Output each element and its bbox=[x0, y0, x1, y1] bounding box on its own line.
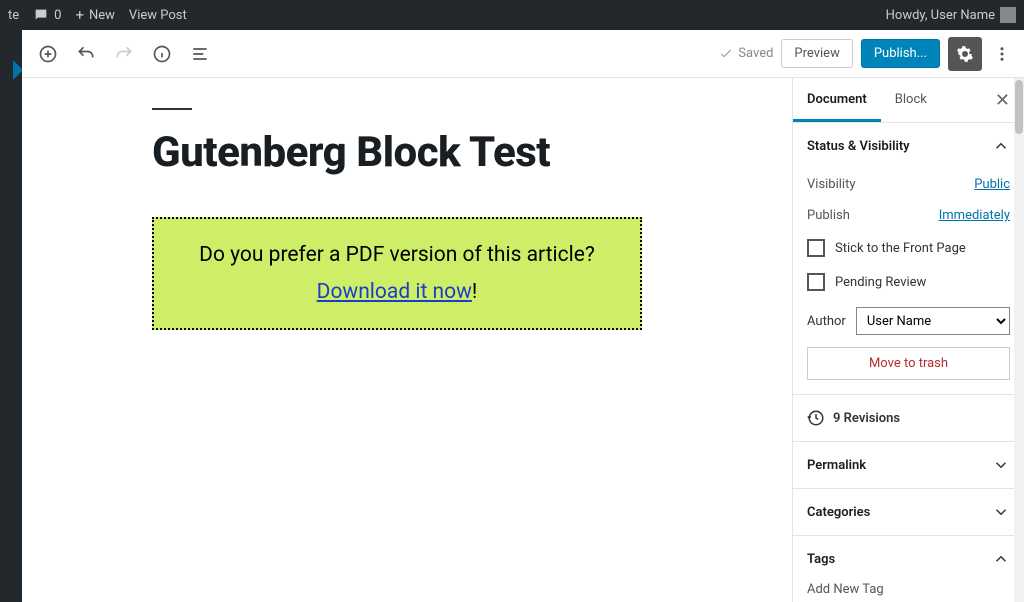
panel-revisions: 9 Revisions bbox=[793, 395, 1024, 442]
author-select[interactable]: User Name bbox=[856, 307, 1010, 335]
permalink-title: Permalink bbox=[807, 458, 866, 473]
content-row: Gutenberg Block Test Do you prefer a PDF… bbox=[22, 78, 1024, 602]
pending-row[interactable]: Pending Review bbox=[807, 265, 1010, 299]
saved-indicator: Saved bbox=[718, 46, 773, 62]
list-icon bbox=[190, 44, 210, 64]
saved-label: Saved bbox=[738, 46, 773, 61]
panel-tags: Tags Add New Tag bbox=[793, 536, 1024, 602]
outline-button[interactable] bbox=[184, 38, 216, 70]
new-label: New bbox=[89, 8, 115, 23]
visibility-value[interactable]: Public bbox=[974, 177, 1010, 192]
new-link[interactable]: + New bbox=[75, 6, 114, 24]
visibility-label: Visibility bbox=[807, 177, 856, 192]
editor-toolbar: Saved Preview Publish... bbox=[22, 30, 1024, 78]
more-menu-button[interactable] bbox=[990, 37, 1014, 71]
tab-document[interactable]: Document bbox=[793, 78, 881, 122]
history-icon bbox=[807, 409, 825, 427]
author-label: Author bbox=[807, 314, 846, 329]
publish-value[interactable]: Immediately bbox=[939, 208, 1010, 223]
chevron-down-icon bbox=[992, 503, 1010, 521]
howdy-link[interactable]: Howdy, User Name bbox=[886, 7, 1016, 23]
panel-permalink: Permalink bbox=[793, 442, 1024, 489]
scrollbar-track[interactable] bbox=[1014, 78, 1024, 602]
publish-label: Publish bbox=[807, 208, 850, 223]
view-post-link[interactable]: View Post bbox=[129, 8, 187, 23]
comment-icon bbox=[33, 7, 49, 23]
plus-icon: + bbox=[75, 6, 84, 24]
publish-row: Publish Immediately bbox=[807, 200, 1010, 231]
panel-categories: Categories bbox=[793, 489, 1024, 536]
publish-button[interactable]: Publish... bbox=[861, 39, 940, 68]
stick-label: Stick to the Front Page bbox=[835, 241, 966, 256]
post-title[interactable]: Gutenberg Block Test bbox=[152, 128, 752, 177]
callout-text-before: Do you prefer a PDF version of this arti… bbox=[199, 243, 595, 267]
panel-status: Status & Visibility Visibility Public Pu… bbox=[793, 123, 1024, 395]
undo-icon bbox=[76, 44, 96, 64]
comments-count: 0 bbox=[54, 8, 61, 23]
revisions-label: Revisions bbox=[844, 411, 900, 426]
preview-button[interactable]: Preview bbox=[781, 39, 852, 68]
adminbar-left: te 0 + New View Post bbox=[8, 6, 187, 24]
redo-icon bbox=[114, 44, 134, 64]
tab-block[interactable]: Block bbox=[881, 78, 941, 122]
author-row: Author User Name bbox=[807, 299, 1010, 343]
admin-bar: te 0 + New View Post Howdy, User Name bbox=[0, 0, 1024, 30]
panel-status-title: Status & Visibility bbox=[807, 139, 910, 154]
download-link[interactable]: Download it now bbox=[317, 280, 472, 304]
panel-status-body: Visibility Public Publish Immediately St… bbox=[793, 169, 1024, 394]
comments-link[interactable]: 0 bbox=[33, 7, 61, 23]
close-icon: ✕ bbox=[995, 90, 1010, 111]
revisions-row[interactable]: 9 Revisions bbox=[793, 395, 1024, 441]
move-to-trash-button[interactable]: Move to trash bbox=[807, 347, 1010, 380]
avatar bbox=[1000, 7, 1016, 23]
check-icon bbox=[718, 46, 734, 62]
categories-title: Categories bbox=[807, 505, 870, 520]
sidebar-tabs: Document Block ✕ bbox=[793, 78, 1024, 123]
pending-label: Pending Review bbox=[835, 275, 926, 290]
panel-categories-header[interactable]: Categories bbox=[793, 489, 1024, 535]
callout-text-after: ! bbox=[472, 280, 477, 304]
admin-menu-collapsed[interactable] bbox=[0, 30, 22, 602]
tags-title: Tags bbox=[807, 552, 835, 567]
chevron-down-icon bbox=[992, 456, 1010, 474]
site-link[interactable]: te bbox=[8, 8, 19, 23]
editor-shell: Saved Preview Publish... Gutenberg Block… bbox=[22, 30, 1024, 602]
pending-checkbox[interactable] bbox=[807, 273, 825, 291]
add-block-button[interactable] bbox=[32, 38, 64, 70]
info-button[interactable] bbox=[146, 38, 178, 70]
close-sidebar-button[interactable]: ✕ bbox=[989, 86, 1016, 115]
revisions-count: 9 bbox=[833, 411, 840, 426]
title-separator bbox=[152, 108, 192, 110]
chevron-up-icon bbox=[992, 550, 1010, 568]
settings-button[interactable] bbox=[948, 37, 982, 71]
editor-canvas[interactable]: Gutenberg Block Test Do you prefer a PDF… bbox=[22, 78, 792, 602]
panel-permalink-header[interactable]: Permalink bbox=[793, 442, 1024, 488]
howdy-text: Howdy, User Name bbox=[886, 8, 995, 23]
panel-status-header[interactable]: Status & Visibility bbox=[793, 123, 1024, 169]
redo-button[interactable] bbox=[108, 38, 140, 70]
callout-block[interactable]: Do you prefer a PDF version of this arti… bbox=[152, 217, 642, 330]
adminbar-right: Howdy, User Name bbox=[886, 7, 1016, 23]
kebab-icon bbox=[993, 45, 1011, 63]
stick-checkbox[interactable] bbox=[807, 239, 825, 257]
info-icon bbox=[152, 44, 172, 64]
scrollbar-thumb[interactable] bbox=[1015, 80, 1023, 134]
toolbar-right: Saved Preview Publish... bbox=[718, 37, 1014, 71]
settings-sidebar: Document Block ✕ Status & Visibility Vis… bbox=[792, 78, 1024, 602]
gear-icon bbox=[956, 45, 974, 63]
visibility-row: Visibility Public bbox=[807, 169, 1010, 200]
chevron-up-icon bbox=[992, 137, 1010, 155]
undo-button[interactable] bbox=[70, 38, 102, 70]
add-tag-label: Add New Tag bbox=[793, 582, 1024, 602]
stick-row[interactable]: Stick to the Front Page bbox=[807, 231, 1010, 265]
plus-circle-icon bbox=[38, 44, 58, 64]
panel-tags-header[interactable]: Tags bbox=[793, 536, 1024, 582]
toolbar-left bbox=[32, 38, 216, 70]
